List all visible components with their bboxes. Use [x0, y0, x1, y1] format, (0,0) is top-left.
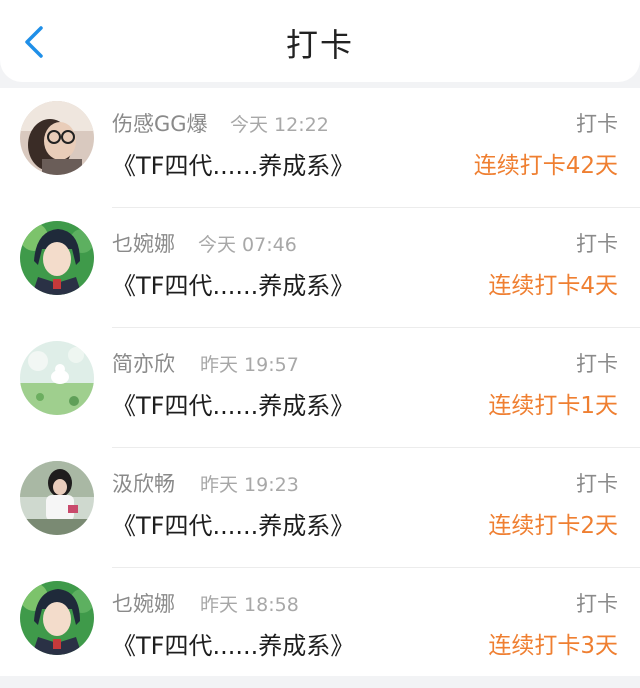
- avatar[interactable]: [20, 461, 94, 535]
- streak-text: 连续打卡2天: [488, 513, 618, 539]
- top-bar: 打卡: [0, 0, 640, 82]
- work-title[interactable]: 《TF四代......养成系》: [112, 506, 354, 541]
- post-time: 昨天 19:23: [200, 474, 299, 496]
- avatar[interactable]: [20, 101, 94, 175]
- work-title[interactable]: 《TF四代......养成系》: [112, 386, 354, 421]
- checkin-label: 打卡: [576, 232, 618, 256]
- avatar[interactable]: [20, 221, 94, 295]
- list-item[interactable]: 乜婉娜 昨天 18:58 《TF四代......养成系》 打卡 连续打卡3天: [0, 568, 640, 688]
- streak-text: 连续打卡42天: [473, 153, 618, 179]
- checkin-list: 伤感GG爆 今天 12:22 《TF四代......养成系》 打卡 连续打卡42…: [0, 88, 640, 676]
- post-time: 昨天 18:58: [200, 594, 299, 616]
- list-item[interactable]: 简亦欣 昨天 19:57 《TF四代......养成系》 打卡 连续打卡1天: [0, 328, 640, 448]
- list-item[interactable]: 汲欣畅 昨天 19:23 《TF四代......养成系》 打卡 连续打卡2天: [0, 448, 640, 568]
- checkin-label: 打卡: [576, 112, 618, 136]
- work-title[interactable]: 《TF四代......养成系》: [112, 266, 354, 301]
- streak-text: 连续打卡4天: [488, 273, 618, 299]
- streak-text: 连续打卡1天: [488, 393, 618, 419]
- checkin-label: 打卡: [576, 592, 618, 616]
- user-name: 汲欣畅: [112, 472, 175, 496]
- user-name: 乜婉娜: [112, 592, 175, 616]
- user-name: 乜婉娜: [112, 232, 175, 256]
- work-title[interactable]: 《TF四代......养成系》: [112, 146, 354, 181]
- post-time: 今天 07:46: [198, 234, 297, 256]
- list-item[interactable]: 乜婉娜 今天 07:46 《TF四代......养成系》 打卡 连续打卡4天: [0, 208, 640, 328]
- work-title[interactable]: 《TF四代......养成系》: [112, 626, 354, 661]
- user-name: 简亦欣: [112, 352, 175, 376]
- checkin-label: 打卡: [576, 472, 618, 496]
- user-name: 伤感GG爆: [112, 112, 208, 136]
- post-time: 昨天 19:57: [200, 354, 299, 376]
- page-title: 打卡: [285, 26, 354, 64]
- streak-text: 连续打卡3天: [488, 633, 618, 659]
- post-time: 今天 12:22: [230, 114, 329, 136]
- avatar[interactable]: [20, 341, 94, 415]
- checkin-label: 打卡: [576, 352, 618, 376]
- list-item[interactable]: 伤感GG爆 今天 12:22 《TF四代......养成系》 打卡 连续打卡42…: [0, 88, 640, 208]
- avatar[interactable]: [20, 581, 94, 655]
